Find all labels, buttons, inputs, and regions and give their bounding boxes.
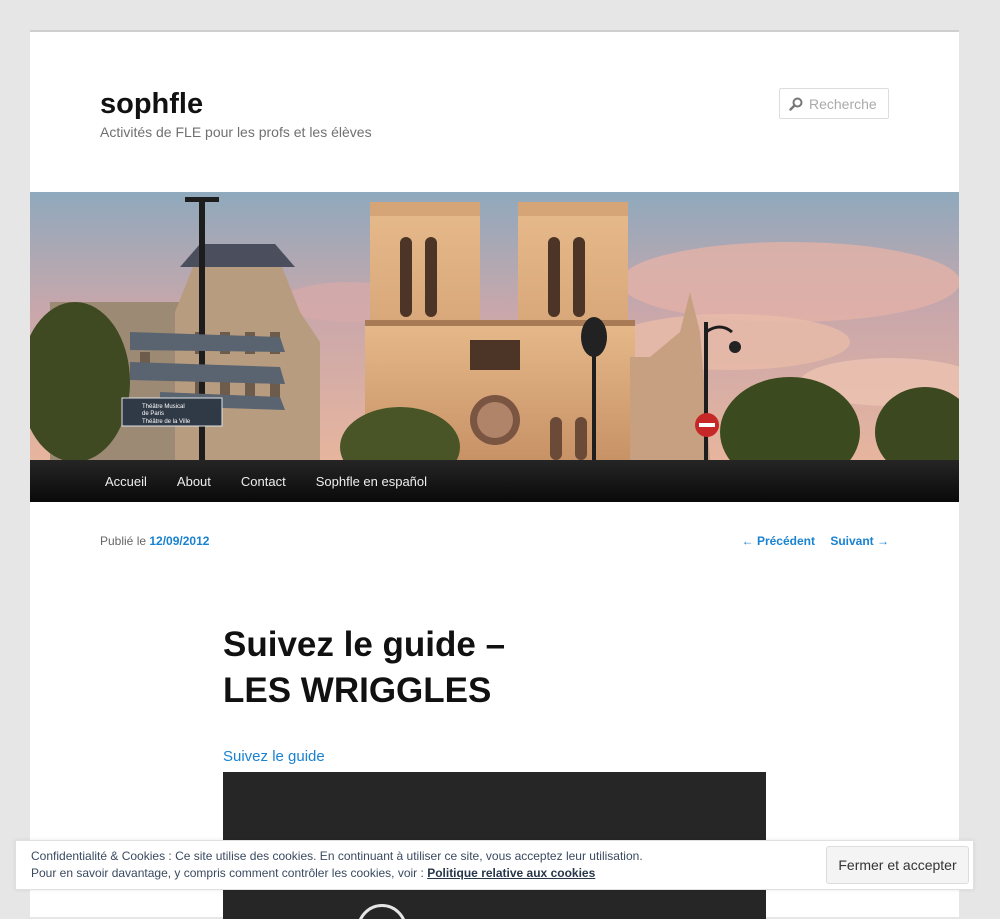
nav-item-sophfle-espanol[interactable]: Sophfle en español	[301, 474, 442, 489]
published-prefix: Publié le	[100, 534, 147, 548]
cookie-text-line-2: Pour en savoir davantage, y compris comm…	[31, 866, 595, 880]
search-icon	[789, 97, 803, 111]
main-navigation: Accueil About Contact Sophfle en español	[30, 460, 959, 502]
site-description: Activités de FLE pour les profs et les é…	[100, 124, 372, 140]
sign-line-1: Théâtre Musical	[142, 404, 185, 410]
cookie-text-prefix: Pour en savoir davantage, y compris comm…	[31, 866, 424, 880]
search-input[interactable]: Recherche	[779, 88, 889, 119]
post-date-link[interactable]: 12/09/2012	[149, 534, 209, 548]
site-title[interactable]: sophfle	[100, 88, 203, 121]
nav-item-about[interactable]: About	[162, 474, 226, 489]
video-link[interactable]: Suivez le guide	[223, 748, 325, 765]
nav-item-accueil[interactable]: Accueil	[90, 474, 162, 489]
sign-line-2: de Paris	[142, 411, 164, 417]
cookie-banner: Confidentialité & Cookies : Ce site util…	[15, 840, 974, 890]
post-title-line-2: LES WRIGGLES	[223, 671, 492, 710]
post-date-line: Publié le 12/09/2012	[100, 534, 209, 548]
post-title: Suivez le guide – LES WRIGGLES	[223, 622, 505, 714]
header-image: Théâtre Musical de Paris Théâtre de la V…	[30, 192, 959, 460]
previous-post-link[interactable]: ← Précédent	[742, 534, 815, 548]
next-post-link[interactable]: Suivant →	[830, 534, 889, 548]
accept-cookies-button[interactable]: Fermer et accepter	[826, 846, 969, 884]
page-container: sophfle Activités de FLE pour les profs …	[30, 30, 959, 919]
post-navigation: ← Précédent Suivant →	[730, 534, 889, 548]
search-placeholder: Recherche	[809, 95, 877, 112]
cookie-text-line-1: Confidentialité & Cookies : Ce site util…	[31, 849, 643, 863]
cookie-policy-link[interactable]: Politique relative aux cookies	[427, 866, 595, 880]
nav-item-contact[interactable]: Contact	[226, 474, 301, 489]
post-title-line-1: Suivez le guide –	[223, 625, 506, 664]
sign-line-3: Théâtre de la Ville	[142, 419, 191, 425]
